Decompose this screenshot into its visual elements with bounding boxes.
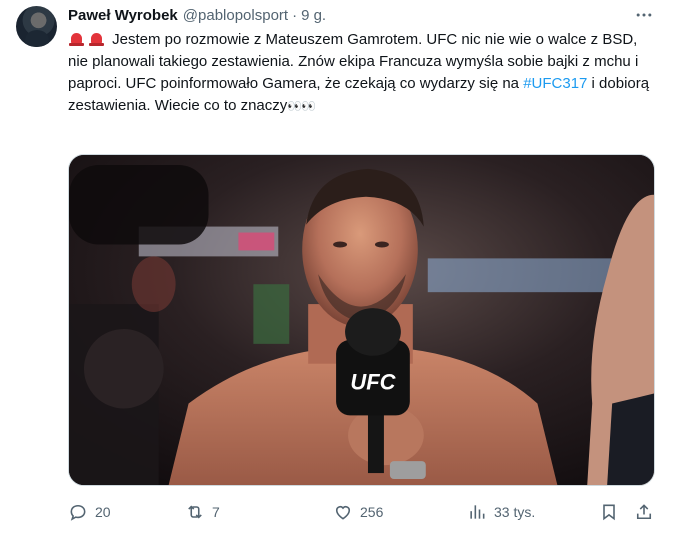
bookmark-button[interactable] (599, 498, 619, 526)
share-icon (636, 504, 652, 520)
fighter-interview-photo: UFC (69, 155, 654, 485)
views-count: 33 tys. (494, 504, 536, 520)
more-horizontal-icon (636, 13, 652, 17)
siren-emoji-icon (68, 31, 85, 46)
eyes-emoji: 👀👀 (287, 99, 316, 113)
retweet-button[interactable]: 7 (185, 498, 220, 526)
author-name[interactable]: Paweł Wyrobek (68, 7, 178, 24)
tweet[interactable]: Paweł Wyrobek @pablopolsport · 9 g. Jest… (0, 0, 689, 538)
retweet-icon (188, 505, 202, 519)
author-handle[interactable]: @pablopolsport (183, 7, 288, 24)
avatar[interactable] (16, 6, 57, 47)
hashtag-link[interactable]: #UFC317 (523, 75, 587, 92)
retweet-count: 7 (212, 504, 220, 520)
tweet-header: Paweł Wyrobek @pablopolsport · 9 g. (68, 4, 326, 26)
reply-count: 20 (95, 504, 111, 520)
views-button[interactable]: 33 tys. (467, 498, 535, 526)
like-button[interactable]: 256 (333, 498, 383, 526)
tweet-actions: 20 7 256 33 tys. (68, 498, 658, 526)
reply-button[interactable]: 20 (68, 498, 111, 526)
separator: · (292, 6, 298, 24)
siren-emoji-icon (88, 31, 105, 46)
like-count: 256 (360, 504, 384, 520)
heart-icon (335, 505, 351, 520)
bookmark-icon (603, 504, 615, 521)
reply-icon (70, 504, 86, 521)
tweet-photo[interactable]: UFC (68, 154, 655, 486)
mic-logo: UFC (350, 370, 396, 395)
tweet-text: Jestem po rozmowie z Mateuszem Gamrotem.… (68, 29, 658, 117)
timestamp[interactable]: 9 g. (301, 7, 326, 24)
more-button[interactable] (632, 4, 656, 26)
share-button[interactable] (634, 498, 654, 526)
views-icon (470, 505, 485, 519)
